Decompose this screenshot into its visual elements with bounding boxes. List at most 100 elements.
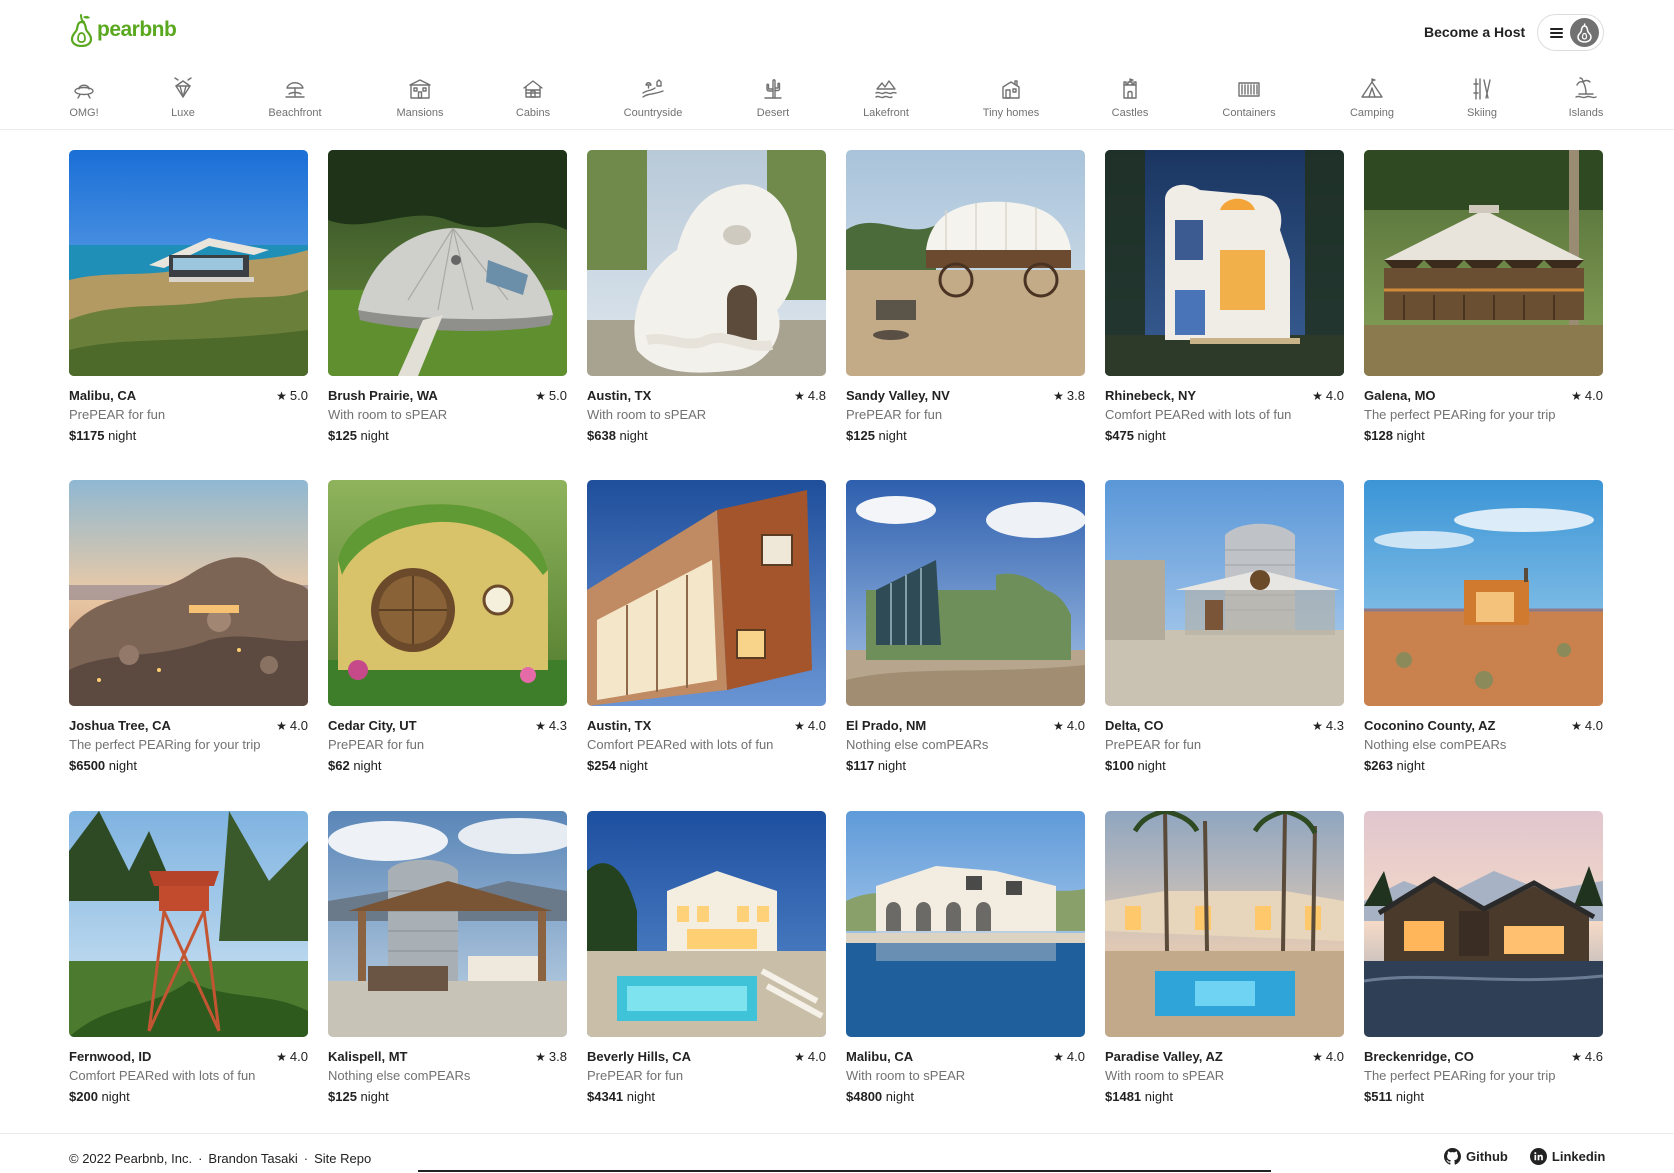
- star-icon: ★: [535, 388, 546, 403]
- listing-price: $1481 night: [1105, 1089, 1344, 1104]
- listing-photo[interactable]: [328, 480, 567, 706]
- footer-credits: © 2022 Pearbnb, Inc. · Brandon Tasaki · …: [69, 1151, 371, 1166]
- yurt-photo: [1364, 150, 1603, 376]
- listing-card[interactable]: Fernwood, ID ★ 4.0 Comfort PEARed with lots…: [69, 811, 308, 1104]
- listing-tagline: PrePEAR for fun: [846, 407, 943, 422]
- category-bar: OMG! Luxe Beachfront Mansions Cabins Countrys…: [0, 70, 1674, 130]
- listing-header-row: Austin, TX ★ 4.0: [587, 718, 826, 733]
- author-link[interactable]: Brandon Tasaki: [208, 1151, 297, 1166]
- price-unit: night: [360, 428, 389, 443]
- category-countryside[interactable]: Countryside: [603, 70, 703, 119]
- listing-card[interactable]: Cedar City, UT ★ 4.3 PrePEAR for fun $62 nig…: [328, 480, 567, 773]
- listing-card[interactable]: Austin, TX ★ 4.8 With room to sPEAR $638 nig…: [587, 150, 826, 443]
- listing-photo[interactable]: [328, 150, 567, 376]
- listing-location: Delta, CO: [1105, 718, 1164, 733]
- category-desert[interactable]: Desert: [723, 70, 823, 119]
- listing-card[interactable]: Beverly Hills, CA ★ 4.0 PrePEAR for fun $434…: [587, 811, 826, 1104]
- listing-photo[interactable]: [1105, 150, 1344, 376]
- listing-price: $117 night: [846, 758, 1085, 773]
- listing-photo[interactable]: [846, 150, 1085, 376]
- listing-card[interactable]: Sandy Valley, NV ★ 3.8 PrePEAR for fun $125 …: [846, 150, 1085, 443]
- github-label: Github: [1466, 1149, 1508, 1164]
- listing-card[interactable]: Galena, MO ★ 4.0 The perfect PEARing for yo…: [1364, 150, 1603, 443]
- category-camping[interactable]: Camping: [1322, 70, 1422, 119]
- listing-photo[interactable]: [69, 150, 308, 376]
- listing-photo[interactable]: [1364, 811, 1603, 1037]
- star-icon: ★: [794, 1049, 805, 1064]
- listing-tagline: Nothing else comPEARs: [846, 737, 989, 752]
- category-containers[interactable]: Containers: [1199, 70, 1299, 119]
- category-tiny-homes[interactable]: Tiny homes: [961, 70, 1061, 119]
- listing-photo[interactable]: [587, 811, 826, 1037]
- listing-card[interactable]: Joshua Tree, CA ★ 4.0 The perfect PEARing f…: [69, 480, 308, 773]
- category-lakefront[interactable]: Lakefront: [836, 70, 936, 119]
- category-beachfront[interactable]: Beachfront: [245, 70, 345, 119]
- listing-header-row: Joshua Tree, CA ★ 4.0: [69, 718, 308, 733]
- star-icon: ★: [535, 718, 546, 733]
- site-repo-link[interactable]: Site Repo: [314, 1151, 371, 1166]
- listing-card[interactable]: Brush Prairie, WA ★ 5.0 With room to sPEAR $…: [328, 150, 567, 443]
- listing-card[interactable]: Malibu, CA ★ 4.0 With room to sPEAR $4800 ni…: [846, 811, 1085, 1104]
- listing-card[interactable]: Malibu, CA ★ 5.0 PrePEAR for fun $1175 night: [69, 150, 308, 443]
- listing-location: Fernwood, ID: [69, 1049, 152, 1064]
- listing-photo[interactable]: [587, 480, 826, 706]
- price-unit: night: [1396, 428, 1425, 443]
- copyright-text: © 2022 Pearbnb, Inc.: [69, 1151, 193, 1166]
- listing-photo[interactable]: [846, 480, 1085, 706]
- listing-rating: ★ 4.0: [794, 1049, 826, 1064]
- listing-card[interactable]: Paradise Valley, AZ ★ 4.0 With room to sPEA…: [1105, 811, 1344, 1104]
- listing-price: $475 night: [1105, 428, 1344, 443]
- pear-logo-icon: [70, 14, 93, 47]
- listing-photo[interactable]: [1364, 150, 1603, 376]
- fire-tower-photo: [69, 811, 308, 1037]
- listing-card[interactable]: Breckenridge, CO ★ 4.6 The perfect PEARing …: [1364, 811, 1603, 1104]
- category-mansions[interactable]: Mansions: [370, 70, 470, 119]
- listing-photo[interactable]: [1105, 811, 1344, 1037]
- listing-location: Malibu, CA: [69, 388, 137, 403]
- listing-photo[interactable]: [69, 480, 308, 706]
- price-amount: $254: [587, 758, 616, 773]
- category-cabins[interactable]: Cabins: [483, 70, 583, 119]
- price-unit: night: [626, 1089, 655, 1104]
- ski-icon: [1473, 78, 1491, 100]
- linkedin-link[interactable]: Linkedin: [1529, 1148, 1605, 1165]
- listing-price: $638 night: [587, 428, 826, 443]
- listing-location: Malibu, CA: [846, 1049, 914, 1064]
- listing-card[interactable]: El Prado, NM ★ 4.0 Nothing else comPEARs $11…: [846, 480, 1085, 773]
- price-unit: night: [101, 1089, 130, 1104]
- listing-card[interactable]: Delta, CO ★ 4.3 PrePEAR for fun $100 night: [1105, 480, 1344, 773]
- category-luxe[interactable]: Luxe: [133, 70, 233, 119]
- price-amount: $1175: [69, 428, 105, 443]
- become-a-host-link[interactable]: Become a Host: [1424, 24, 1525, 40]
- listing-tagline: Nothing else comPEARs: [328, 1068, 471, 1083]
- category-skiing[interactable]: Skiing: [1432, 70, 1532, 119]
- ufo-icon: [74, 84, 94, 99]
- listing-card[interactable]: Rhinebeck, NY ★ 4.0 Comfort PEARed with lot…: [1105, 150, 1344, 443]
- listing-photo[interactable]: [1364, 480, 1603, 706]
- listing-photo[interactable]: [846, 811, 1085, 1037]
- listing-photo[interactable]: [328, 811, 567, 1037]
- listing-tagline: PrePEAR for fun: [587, 1068, 684, 1083]
- category-castles[interactable]: Castles: [1080, 70, 1180, 119]
- price-amount: $475: [1105, 428, 1134, 443]
- listing-card[interactable]: Kalispell, MT ★ 3.8 Nothing else comPEARs $1…: [328, 811, 567, 1104]
- listing-photo[interactable]: [587, 150, 826, 376]
- listing-card[interactable]: Coconino County, AZ ★ 4.0 Nothing else comP…: [1364, 480, 1603, 773]
- listing-card[interactable]: Austin, TX ★ 4.0 Comfort PEARed with lots o…: [587, 480, 826, 773]
- category-islands[interactable]: Islands: [1536, 70, 1636, 119]
- listing-header-row: Malibu, CA ★ 4.0: [846, 1049, 1085, 1064]
- rating-value: 4.3: [1325, 718, 1344, 733]
- listing-rating: ★ 4.0: [1312, 1049, 1344, 1064]
- category-omg[interactable]: OMG!: [34, 70, 134, 119]
- star-icon: ★: [1571, 388, 1582, 403]
- price-unit: night: [619, 758, 648, 773]
- listing-photo[interactable]: [1105, 480, 1344, 706]
- user-menu-button[interactable]: [1537, 14, 1604, 51]
- pearbnb-logo[interactable]: pearbnb: [69, 13, 177, 47]
- cactus-icon: [764, 79, 782, 99]
- diamond-icon: [174, 77, 192, 98]
- rating-value: 4.0: [289, 1049, 308, 1064]
- github-link[interactable]: Github: [1444, 1148, 1508, 1165]
- listing-rating: ★ 4.3: [535, 718, 567, 733]
- listing-photo[interactable]: [69, 811, 308, 1037]
